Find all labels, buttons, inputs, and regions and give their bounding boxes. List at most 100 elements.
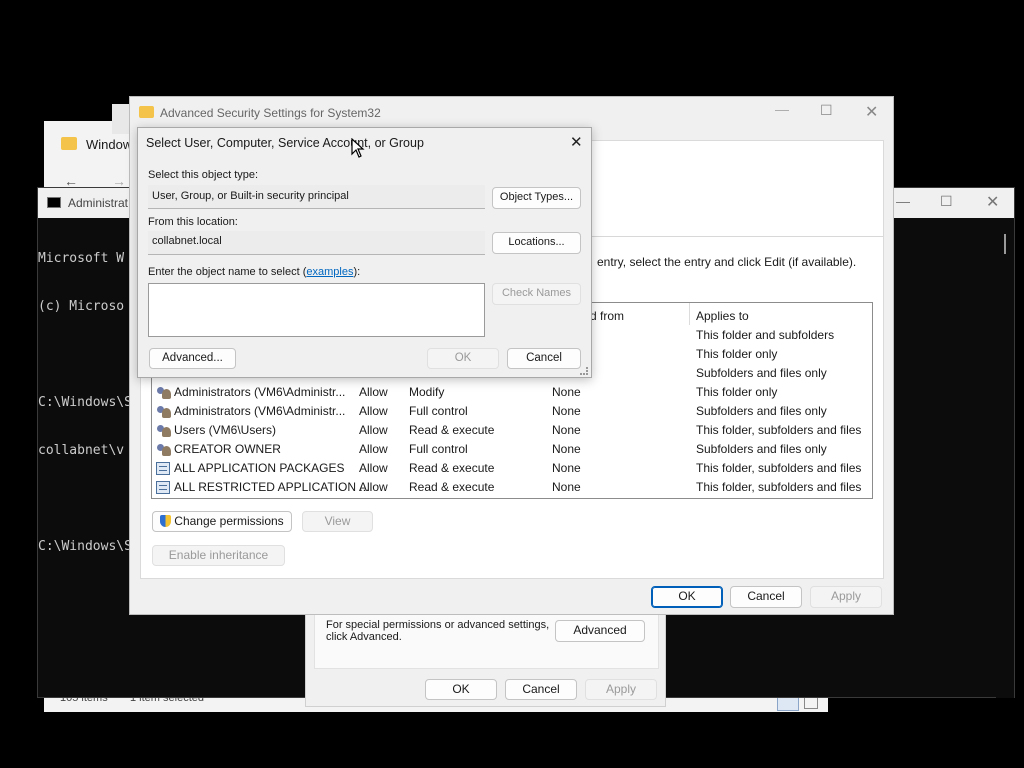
access-cell: Allow <box>359 404 388 418</box>
resize-grip-icon[interactable] <box>580 367 588 375</box>
principal-cell: ALL RESTRICTED APPLICATION ... <box>174 480 370 494</box>
cmd-line: (c) Microso <box>38 299 125 314</box>
mouse-cursor-icon <box>351 138 365 158</box>
permission-cell: Read & execute <box>409 480 495 494</box>
users-group-icon <box>156 443 172 457</box>
ok-button[interactable]: OK <box>651 586 723 608</box>
users-group-icon <box>156 405 172 419</box>
applies-to-cell: Subfolders and files only <box>696 404 827 418</box>
properties-apply-button[interactable]: Apply <box>585 679 657 700</box>
maximize-icon[interactable]: ☐ <box>940 193 953 210</box>
cmd-scrollbar[interactable] <box>996 230 1014 698</box>
properties-dialog: For special permissions or advanced sett… <box>305 600 666 707</box>
object-type-field: User, Group, or Built-in security princi… <box>148 185 485 209</box>
principal-cell: Users (VM6\Users) <box>174 423 277 437</box>
enter-object-name-label-end: ): <box>353 266 361 278</box>
locations-button[interactable]: Locations... <box>492 232 581 254</box>
object-name-input[interactable] <box>148 283 485 337</box>
column-divider <box>689 303 690 325</box>
inherited-from-cell: None <box>552 423 581 437</box>
cmd-line: Microsoft W <box>38 251 125 266</box>
applies-to-cell: This folder, subfolders and files <box>696 480 862 494</box>
applies-to-cell: This folder only <box>696 347 778 361</box>
enter-object-name-caption: Enter the object name to select (example… <box>148 266 360 278</box>
inherited-from-cell: None <box>552 442 581 456</box>
cmd-scrollbar-thumb[interactable] <box>1004 234 1006 254</box>
folder-icon <box>139 106 154 118</box>
select-principal-dialog: Select User, Computer, Service Account, … <box>137 127 592 378</box>
principal-cell: Administrators (VM6\Administr... <box>174 404 346 418</box>
folder-icon <box>61 137 77 150</box>
users-group-icon <box>156 424 172 438</box>
table-row[interactable]: ALL APPLICATION PACKAGES Allow Read & ex… <box>152 459 870 478</box>
uac-shield-icon <box>160 515 172 527</box>
ok-button[interactable]: OK <box>427 348 499 369</box>
cancel-button[interactable]: Cancel <box>507 348 581 369</box>
principal-cell: ALL APPLICATION PACKAGES <box>174 461 345 475</box>
properties-advanced-button[interactable]: Advanced <box>555 620 645 642</box>
permission-cell: Read & execute <box>409 461 495 475</box>
access-cell: Allow <box>359 423 388 437</box>
apply-button[interactable]: Apply <box>810 586 882 608</box>
inherited-from-cell: None <box>552 404 581 418</box>
applies-to-cell: This folder and subfolders <box>696 328 835 342</box>
applies-to-cell: This folder only <box>696 385 778 399</box>
applies-to-cell: Subfolders and files only <box>696 366 827 380</box>
inherited-from-cell: None <box>552 461 581 475</box>
table-row[interactable]: Users (VM6\Users) Allow Read & execute N… <box>152 421 870 440</box>
inherited-from-cell: None <box>552 385 581 399</box>
select-principal-title: Select User, Computer, Service Account, … <box>146 136 424 150</box>
cmd-output: Microsoft W (c) Microso C:\Windows\S col… <box>38 219 132 587</box>
cancel-button[interactable]: Cancel <box>730 586 802 608</box>
enable-inheritance-button[interactable]: Enable inheritance <box>152 545 285 566</box>
properties-ok-button[interactable]: OK <box>425 679 497 700</box>
table-row[interactable]: CREATOR OWNER Allow Full control None Su… <box>152 440 870 459</box>
applies-to-cell: This folder, subfolders and files <box>696 423 862 437</box>
cmd-line <box>38 347 132 363</box>
close-icon[interactable]: ✕ <box>986 192 999 212</box>
properties-cancel-button[interactable]: Cancel <box>505 679 577 700</box>
principal-cell: Administrators (VM6\Administr... <box>174 385 346 399</box>
special-permissions-text: For special permissions or advanced sett… <box>326 619 550 643</box>
location-field: collabnet.local <box>148 231 485 255</box>
permission-cell: Read & execute <box>409 423 495 437</box>
column-header-inherited-from[interactable]: d from <box>590 309 624 323</box>
table-row[interactable]: ALL RESTRICTED APPLICATION ... Allow Rea… <box>152 478 870 497</box>
minimize-icon[interactable]: — <box>896 193 910 209</box>
permission-cell: Full control <box>409 404 468 418</box>
inherited-from-cell: None <box>552 480 581 494</box>
cmd-line: collabnet\v <box>38 443 125 458</box>
object-types-button[interactable]: Object Types... <box>492 187 581 209</box>
permission-cell: Modify <box>409 385 445 399</box>
package-icon <box>156 462 170 475</box>
access-cell: Allow <box>359 480 388 494</box>
change-permissions-button[interactable]: Change permissions <box>152 511 292 532</box>
access-cell: Allow <box>359 461 388 475</box>
advanced-button[interactable]: Advanced... <box>149 348 236 369</box>
cmd-line: C:\Windows\S <box>38 395 132 410</box>
close-icon[interactable]: ✕ <box>570 133 583 151</box>
column-header-applies-to[interactable]: Applies to <box>696 309 749 323</box>
applies-to-cell: Subfolders and files only <box>696 442 827 456</box>
location-caption: From this location: <box>148 216 238 228</box>
permission-cell: Full control <box>409 442 468 456</box>
cmd-line: C:\Windows\S <box>38 539 132 554</box>
enter-object-name-label: Enter the object name to select ( <box>148 266 307 278</box>
table-row[interactable]: Administrators (VM6\Administr... Allow M… <box>152 383 870 402</box>
advanced-security-title: Advanced Security Settings for System32 <box>160 106 381 120</box>
applies-to-cell: This folder, subfolders and files <box>696 461 862 475</box>
principal-cell: CREATOR OWNER <box>174 442 281 456</box>
cmd-icon <box>47 197 61 208</box>
close-icon[interactable]: ✕ <box>865 102 878 122</box>
cmd-line <box>38 491 132 507</box>
maximize-icon[interactable]: ☐ <box>820 102 833 119</box>
access-cell: Allow <box>359 442 388 456</box>
users-group-icon <box>156 386 172 400</box>
change-permissions-label: Change permissions <box>174 514 284 528</box>
table-row[interactable]: Administrators (VM6\Administr... Allow F… <box>152 402 870 421</box>
instruction-text: entry, select the entry and click Edit (… <box>597 255 857 269</box>
examples-link[interactable]: examples <box>306 266 353 278</box>
minimize-icon[interactable]: — <box>775 101 789 117</box>
view-button[interactable]: View <box>302 511 373 532</box>
check-names-button[interactable]: Check Names <box>492 283 581 305</box>
